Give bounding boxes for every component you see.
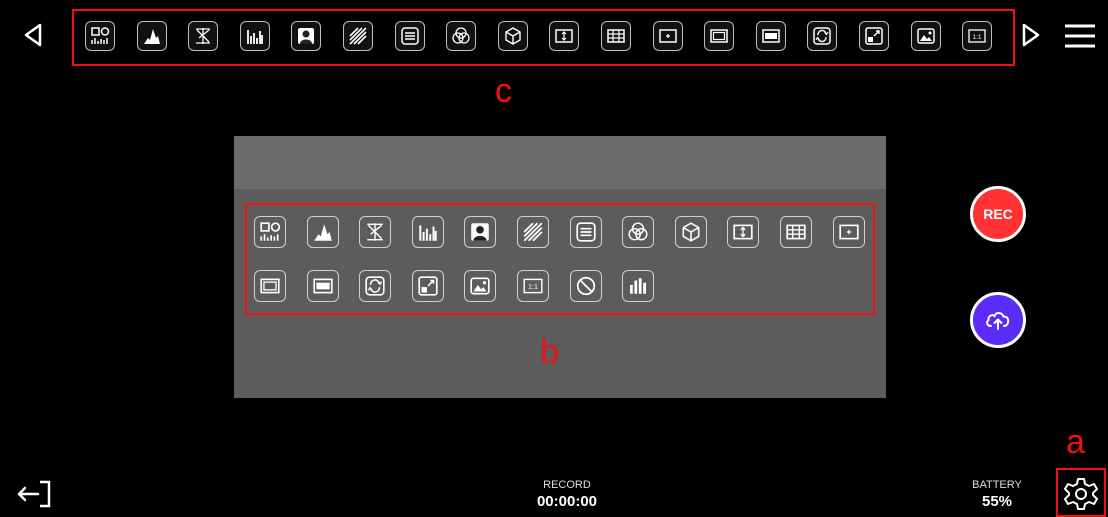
- annotation-box-c: [72, 9, 1015, 66]
- annotation-label-c: c: [495, 72, 512, 110]
- record-button[interactable]: REC: [970, 186, 1026, 242]
- annotation-label-b: b: [540, 333, 559, 371]
- exit-icon[interactable]: [14, 478, 54, 510]
- menu-icon[interactable]: [1063, 23, 1097, 49]
- annotation-box-a: [1056, 468, 1106, 517]
- record-button-label: REC: [983, 206, 1013, 222]
- battery-label: BATTERY: [972, 479, 1022, 491]
- forward-arrow-icon[interactable]: [1018, 22, 1044, 48]
- back-arrow-icon[interactable]: [20, 22, 46, 48]
- battery-status: BATTERY 55%: [962, 479, 1032, 510]
- tool-panel-header: [234, 136, 886, 189]
- battery-value: 55%: [981, 493, 1013, 510]
- record-label: RECORD: [543, 479, 591, 491]
- cloud-upload-icon: [986, 312, 1010, 330]
- upload-button[interactable]: [970, 292, 1026, 348]
- annotation-box-b: [245, 203, 875, 315]
- annotation-label-a: a: [1066, 423, 1085, 461]
- record-status: RECORD 00:00:00: [504, 479, 630, 510]
- record-timer: 00:00:00: [536, 493, 598, 510]
